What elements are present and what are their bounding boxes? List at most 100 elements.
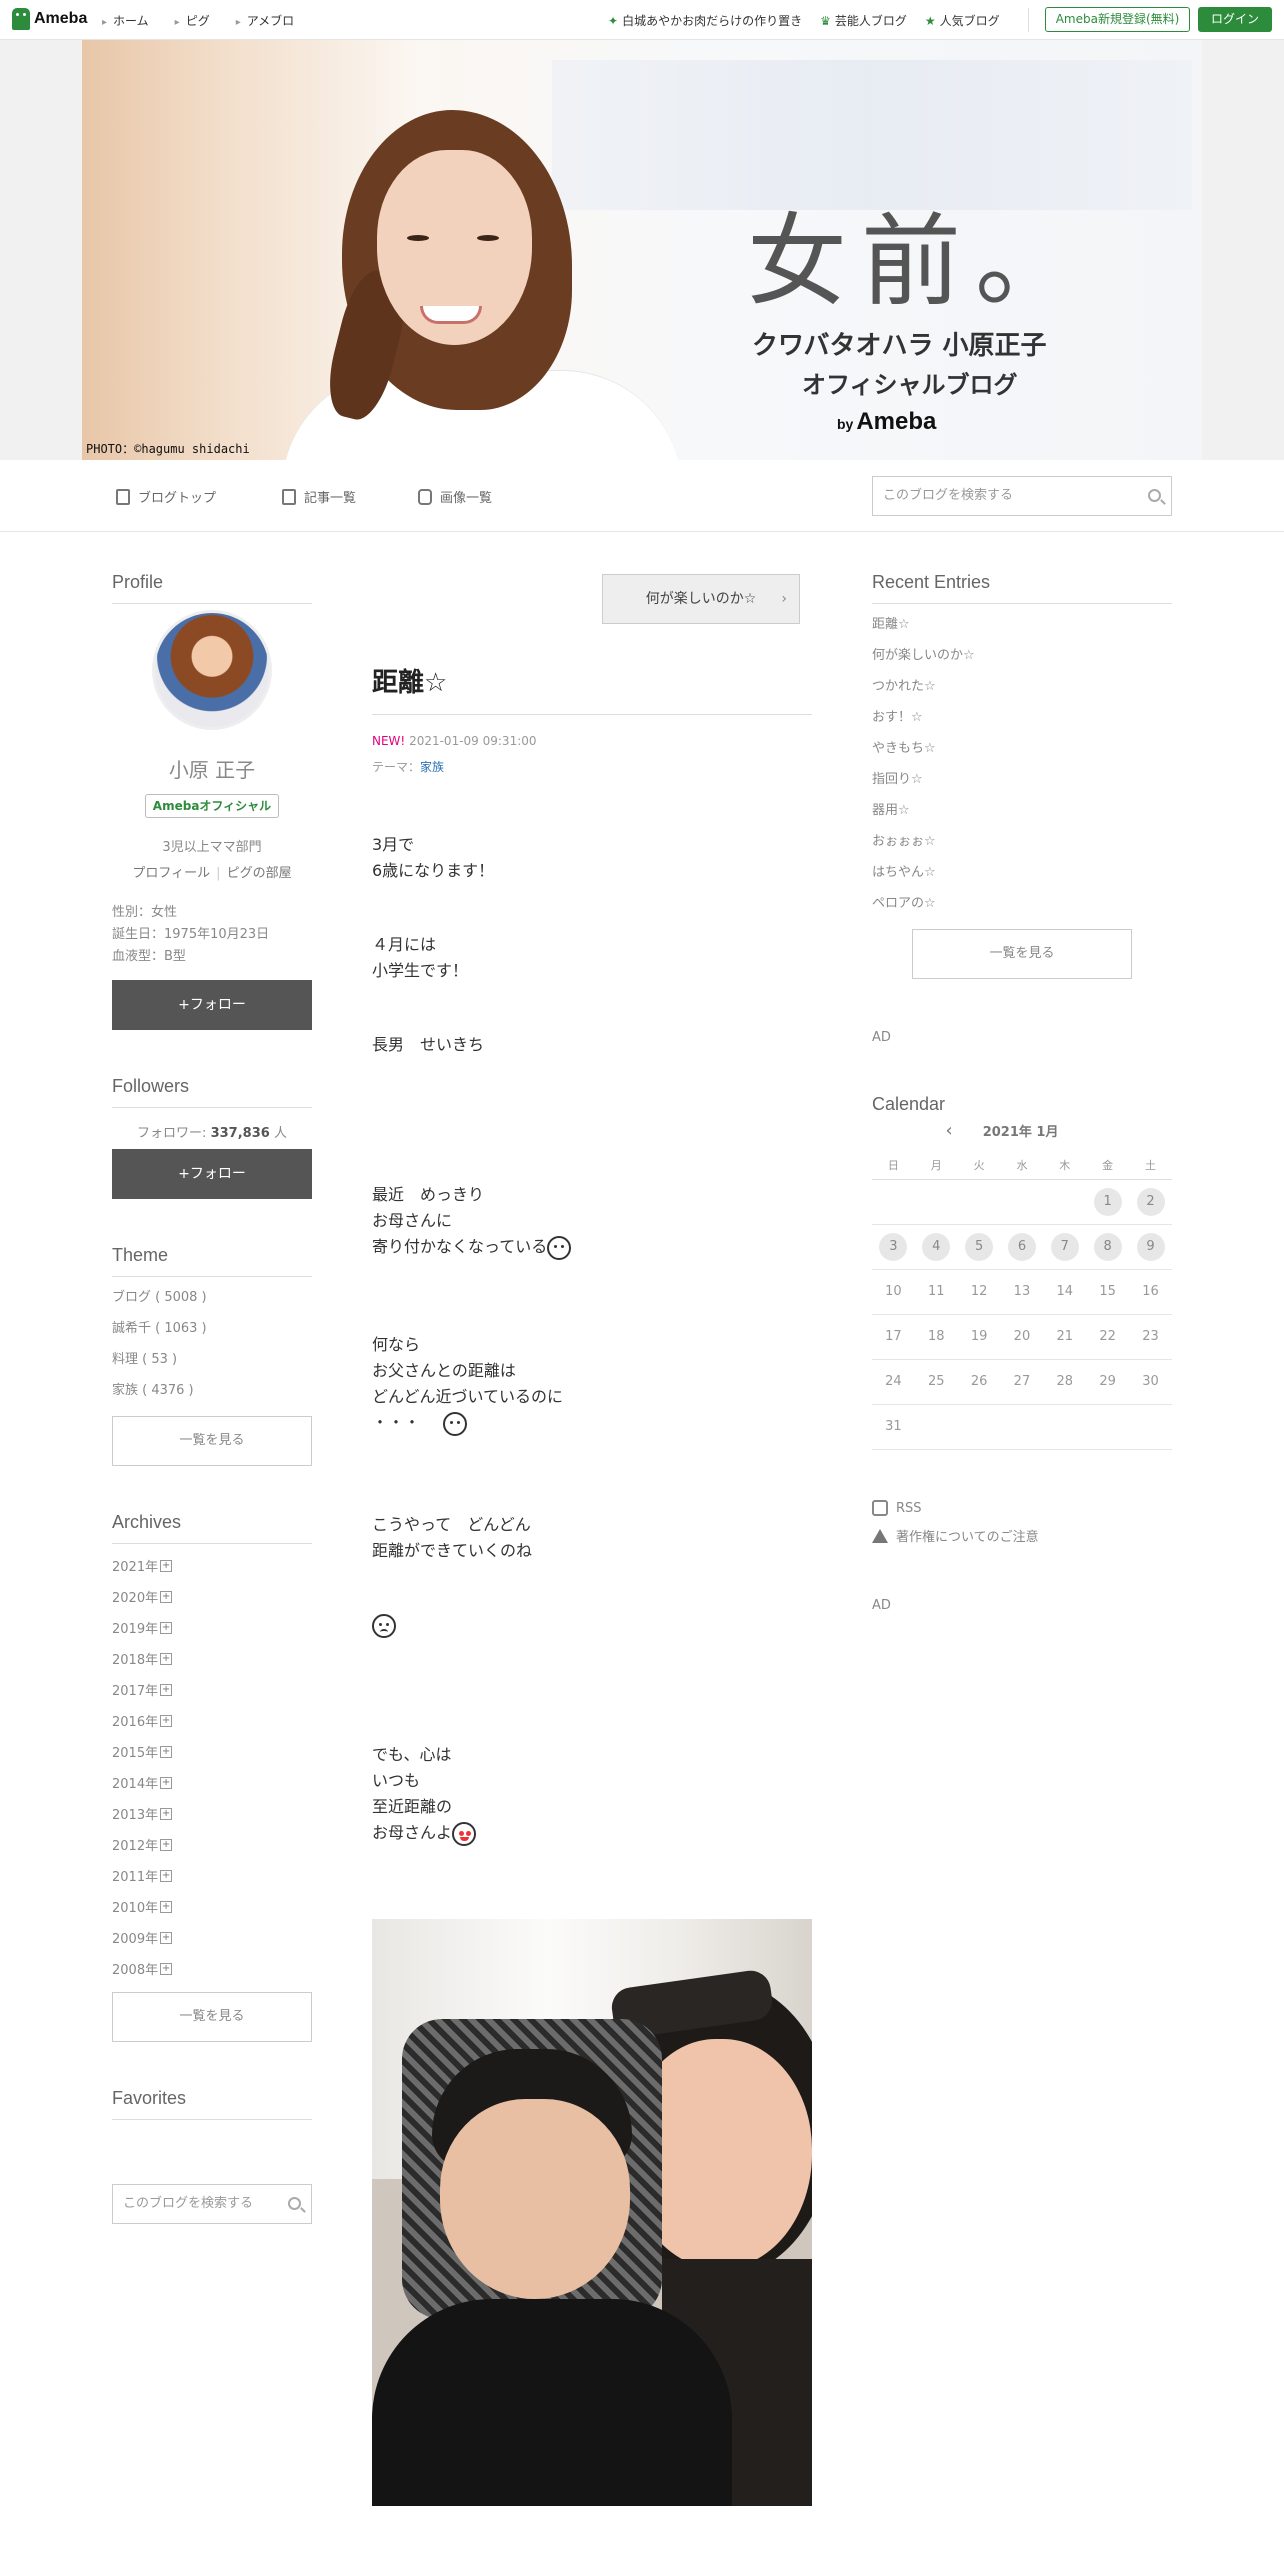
expand-icon[interactable]: + (160, 1900, 173, 1913)
text-line: 長男 せいきち (372, 1035, 485, 1054)
archive-item[interactable]: 2021年 + (112, 1550, 173, 1581)
calendar-cell: 17 (872, 1314, 915, 1360)
archive-item[interactable]: 2010年 + (112, 1891, 173, 1922)
follow-button[interactable]: +フォロー (112, 980, 312, 1030)
archive-item[interactable]: 2012年 + (112, 1829, 173, 1860)
featured-link-popular[interactable]: ★ 人気ブログ (925, 12, 1000, 29)
recent-entry[interactable]: おす！☆ (872, 702, 975, 733)
copyright-link[interactable]: 著作権についてのご注意 (872, 1526, 1039, 1545)
profile-name[interactable]: 小原 正子 (112, 754, 312, 783)
archive-item[interactable]: 2018年 + (112, 1643, 173, 1674)
featured-link-celebrity-label: 芸能人ブログ (834, 14, 907, 28)
search-icon[interactable] (288, 2197, 301, 2210)
register-button[interactable]: Ameba新規登録(無料) (1045, 7, 1190, 32)
expand-icon[interactable]: + (160, 1776, 173, 1789)
banner-image[interactable]: 女前。 クワバタオハラ 小原正子 オフィシャルブログ by Ameba PHOTO… (82, 40, 1202, 460)
recent-entry[interactable]: やきもち☆ (872, 733, 975, 764)
theme-more-button[interactable]: 一覧を見る (112, 1416, 312, 1466)
entry-list-link[interactable]: 記事一覧 (282, 487, 356, 506)
expand-icon[interactable]: + (160, 1838, 173, 1851)
profile-category[interactable]: 3児以上ママ部門 (112, 836, 312, 855)
pig-room-link[interactable]: ピグの部屋 (227, 866, 292, 881)
expand-icon[interactable]: + (160, 1745, 173, 1758)
expand-icon[interactable]: + (160, 1590, 173, 1603)
archive-item[interactable]: 2009年 + (112, 1922, 173, 1953)
recent-more-button[interactable]: 一覧を見る (912, 929, 1132, 979)
nav-ameblo-label: アメブロ (246, 14, 295, 28)
archive-item[interactable]: 2019年 + (112, 1612, 173, 1643)
blog-top-link[interactable]: ブログトップ (116, 487, 216, 506)
theme-item[interactable]: 料理 ( 53 ) (112, 1344, 207, 1375)
entry-date: 2021-01-09 09:31:00 (409, 734, 537, 748)
archive-item[interactable]: 2008年 + (112, 1953, 173, 1984)
ameba-logo[interactable]: Ameba (12, 8, 87, 30)
blog-search-input[interactable]: このブログを検索する (872, 476, 1172, 516)
official-badge[interactable]: Amebaオフィシャル (145, 794, 279, 818)
author-portrait (192, 70, 682, 460)
expand-icon[interactable]: + (160, 1559, 173, 1572)
prev-entry-button[interactable]: 何が楽しいのか☆ › (602, 574, 800, 624)
emoji-icon (443, 1411, 468, 1436)
entry-list-label: 記事一覧 (304, 491, 357, 506)
expand-icon[interactable]: + (160, 1962, 173, 1975)
recent-entry[interactable]: おぉぉぉ☆ (872, 826, 975, 857)
expand-icon[interactable]: + (160, 1931, 173, 1944)
featured-link-celebrity[interactable]: ♛ 芸能人ブログ (820, 12, 907, 29)
calendar-cell: 21 (1043, 1314, 1087, 1360)
calendar-day[interactable]: 3 (879, 1232, 908, 1261)
expand-icon[interactable]: + (160, 1869, 173, 1882)
archive-item[interactable]: 2013年 + (112, 1798, 173, 1829)
theme-label: テーマ： (372, 760, 421, 774)
follow-button-2[interactable]: +フォロー (112, 1149, 312, 1199)
expand-icon[interactable]: + (160, 1621, 173, 1634)
recent-entry[interactable]: 器用☆ (872, 795, 975, 826)
archive-item[interactable]: 2017年 + (112, 1674, 173, 1705)
theme-item[interactable]: ブログ ( 5008 ) (112, 1282, 207, 1313)
recent-entry[interactable]: はちやん☆ (872, 857, 975, 888)
login-button[interactable]: ログイン (1198, 7, 1272, 32)
expand-icon[interactable]: + (160, 1683, 173, 1696)
featured-link-recipe[interactable]: ✦ 白城あやかお肉だらけの作り置き (608, 12, 802, 29)
calendar-day[interactable]: 6 (1007, 1232, 1036, 1261)
archive-item[interactable]: 2014年 + (112, 1767, 173, 1798)
expand-icon[interactable]: + (160, 1714, 173, 1727)
theme-item[interactable]: 誠希千 ( 1063 ) (112, 1313, 207, 1344)
calendar-day[interactable]: 8 (1093, 1232, 1122, 1261)
recent-entry[interactable]: 距離☆ (872, 609, 975, 640)
archive-item[interactable]: 2015年 + (112, 1736, 173, 1767)
calendar-day[interactable]: 7 (1050, 1232, 1079, 1261)
chevron-left-icon[interactable]: ‹ (946, 1120, 953, 1141)
theme-link[interactable]: 家族 (420, 760, 444, 774)
calendar-day[interactable]: 2 (1136, 1187, 1165, 1216)
rss-link[interactable]: RSS (872, 1500, 922, 1516)
calendar-day[interactable]: 5 (965, 1232, 994, 1261)
calendar-day[interactable]: 1 (1093, 1187, 1122, 1216)
paragraph: 最近 めっきり お母さんに 寄り付かなくなっている (372, 1182, 572, 1260)
calendar-day[interactable]: 4 (922, 1232, 951, 1261)
emoji-icon (547, 1235, 572, 1260)
nav-pig[interactable]: ▸ ピグ (175, 12, 210, 29)
profile-link[interactable]: プロフィール (132, 866, 210, 881)
recent-entry[interactable]: 指回り☆ (872, 764, 975, 795)
recent-entry[interactable]: 何が楽しいのか☆ (872, 640, 975, 671)
archives-more-button[interactable]: 一覧を見る (112, 1992, 312, 2042)
archive-item[interactable]: 2016年 + (112, 1705, 173, 1736)
recent-entry[interactable]: ペロアの☆ (872, 888, 975, 919)
nav-home[interactable]: ▸ ホーム (102, 12, 149, 29)
entry-title[interactable]: 距離☆ (372, 662, 447, 699)
nav-ameblo[interactable]: ▸ アメブロ (236, 12, 294, 29)
archive-item[interactable]: 2020年 + (112, 1581, 173, 1612)
image-list-link[interactable]: 画像一覧 (418, 487, 492, 506)
archive-item[interactable]: 2011年 + (112, 1860, 173, 1891)
recent-entry[interactable]: つかれた☆ (872, 671, 975, 702)
calendar-day[interactable]: 9 (1136, 1232, 1165, 1261)
sidebar-search-input[interactable]: このブログを検索する (112, 2184, 312, 2224)
calendar-cell: 9 (1129, 1224, 1172, 1270)
expand-icon[interactable]: + (160, 1652, 173, 1665)
search-icon[interactable] (1148, 489, 1161, 502)
prev-entry-label: 何が楽しいのか☆ (645, 591, 757, 607)
expand-icon[interactable]: + (160, 1807, 173, 1820)
theme-item[interactable]: 家族 ( 4376 ) (112, 1375, 207, 1406)
entry-photo[interactable] (372, 1919, 812, 2506)
avatar[interactable] (152, 610, 272, 730)
